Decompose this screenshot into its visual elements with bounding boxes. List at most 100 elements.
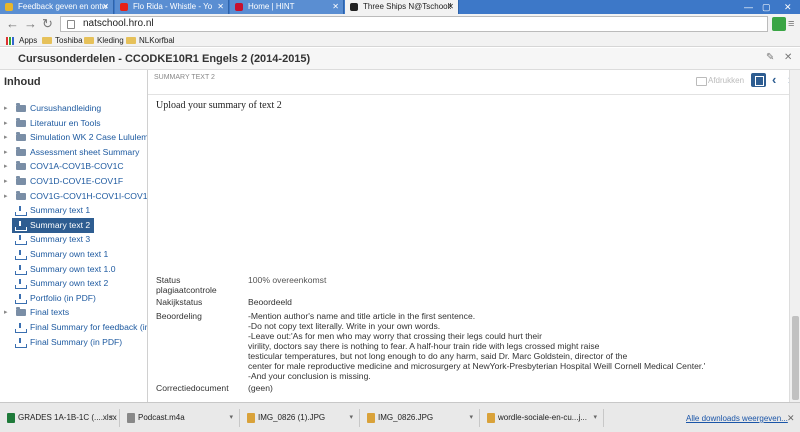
tab-close-icon[interactable]: ✕ — [102, 0, 109, 14]
show-all-downloads-link[interactable]: Alle downloads weergeven... — [686, 414, 788, 423]
download-item[interactable]: IMG_0826.JPG ▾ — [364, 409, 480, 427]
sidebar-item[interactable]: Summary own text 1 — [0, 247, 147, 262]
folder-icon — [16, 307, 26, 317]
tab-close-icon[interactable]: ✕ — [217, 0, 224, 14]
bookmark-kleding[interactable]: Kleding — [84, 34, 124, 47]
expand-arrow-icon[interactable]: ▸ — [4, 130, 8, 145]
menu-icon[interactable]: ≡ — [788, 16, 794, 32]
sidebar-item-label: Summary own text 2 — [30, 278, 109, 289]
minimize-button[interactable]: — — [744, 0, 753, 14]
sidebar-item[interactable]: Summary own text 2 — [0, 276, 147, 291]
assessment-line: -Leave out:'As for men who may worry tha… — [248, 331, 542, 341]
back-button[interactable]: ← — [6, 16, 19, 32]
breadcrumb: SUMMARY TEXT 2 — [154, 74, 215, 81]
sidebar-item[interactable]: Summary text 1 — [0, 203, 147, 218]
expand-arrow-icon[interactable]: ▸ — [4, 189, 8, 204]
browser-tab-hint[interactable]: Home | HINT ✕ — [230, 0, 344, 14]
sidebar-item-label: Assessment sheet Summary — [30, 146, 140, 157]
download-item[interactable]: Podcast.m4a ▾ — [124, 409, 240, 427]
chevron-down-icon[interactable]: ▾ — [469, 409, 473, 427]
expand-arrow-icon[interactable]: ▸ — [4, 101, 8, 116]
sidebar-item-label: Summary own text 1 — [30, 249, 109, 259]
sidebar-item[interactable]: ▸ Final texts — [0, 305, 147, 320]
browser-tab-feedback[interactable]: Feedback geven en ontw ✕ — [0, 0, 114, 14]
sidebar-item-label: COV1G-COV1H-COV1I-COV1J-CO — [30, 190, 148, 201]
youtube-icon — [120, 3, 128, 11]
panel-heading: Inhoud — [4, 76, 41, 88]
sidebar-item[interactable]: Final Summary (in PDF) — [0, 335, 147, 350]
sidebar-item[interactable]: ▸ Cursushandleiding — [0, 101, 147, 116]
print-button[interactable]: Afdrukken — [696, 76, 744, 86]
reload-button[interactable]: ↻ — [42, 16, 53, 32]
sidebar-item[interactable]: ▸ Assessment sheet Summary — [0, 145, 147, 160]
plagiarism-row: Status plagiaatcontrole 100% overeenkoms… — [156, 275, 696, 295]
detail-value: 100% overeenkomst — [248, 275, 327, 285]
expand-arrow-icon[interactable]: ▸ — [4, 174, 8, 189]
upload-assignment-icon — [15, 279, 27, 290]
view-toggle-icon[interactable] — [751, 73, 766, 87]
detail-value: (geen) — [248, 383, 273, 393]
maximize-button[interactable]: ▢ — [762, 0, 771, 14]
sidebar-item[interactable]: Summary own text 1.0 — [0, 262, 147, 277]
image-file-icon — [487, 413, 495, 423]
chevron-down-icon[interactable]: ▾ — [593, 409, 597, 427]
address-bar[interactable]: natschool.hro.nl — [60, 16, 768, 32]
page-title: Cursusonderdelen - CCODKE10R1 Engels 2 (… — [18, 53, 311, 65]
tab-strip: Feedback geven en ontw ✕ Flo Rida - Whis… — [0, 0, 800, 14]
expand-arrow-icon[interactable]: ▸ — [4, 145, 8, 160]
sidebar-item[interactable]: ▸ COV1G-COV1H-COV1I-COV1J-CO — [0, 189, 148, 204]
bookmark-apps[interactable]: Apps — [6, 34, 37, 47]
sidebar-item[interactable]: Summary text 2 — [0, 217, 147, 233]
tab-close-icon[interactable]: ✕ — [447, 0, 454, 14]
sidebar-item[interactable]: Summary text 3 — [0, 232, 147, 247]
expand-arrow-icon[interactable]: ▸ — [4, 305, 8, 320]
excel-file-icon — [7, 413, 15, 423]
folder-icon — [16, 176, 26, 185]
sidebar-item[interactable]: ▸ Simulation WK 2 Case Lululemo — [0, 130, 147, 145]
browser-tab-youtube[interactable]: Flo Rida - Whistle - Yo ✕ — [115, 0, 229, 14]
sidebar-item[interactable]: ▸ COV1A-COV1B-COV1C — [0, 159, 147, 174]
chevron-down-icon[interactable]: ▾ — [109, 409, 113, 427]
chevron-down-icon[interactable]: ▾ — [229, 409, 233, 427]
expand-arrow-icon[interactable]: ▸ — [4, 116, 8, 131]
folder-icon — [84, 37, 94, 44]
download-name: IMG_0826.JPG — [378, 413, 434, 422]
browser-toolbar: ← → ↻ natschool.hro.nl ≡ — [0, 14, 800, 34]
upload-assignment-icon — [15, 235, 27, 246]
scrollbar[interactable] — [789, 70, 800, 402]
close-icon[interactable]: ✕ — [784, 52, 792, 63]
download-item[interactable]: GRADES 1A-1B-1C (....xlsx ▾ — [4, 409, 120, 427]
sidebar-item-label: Final Summary for feedback (in — [30, 322, 148, 332]
bookmark-toshiba[interactable]: Toshiba — [42, 34, 83, 47]
close-window-button[interactable]: ✕ — [784, 0, 792, 14]
close-shelf-icon[interactable]: ✕ — [787, 413, 795, 424]
apps-grid-icon — [6, 37, 14, 45]
upload-assignment-icon — [15, 206, 27, 217]
expand-arrow-icon[interactable]: ▸ — [4, 159, 8, 174]
scrollbar-thumb[interactable] — [792, 316, 799, 400]
sidebar-item[interactable]: ▸ Literatuur en Tools — [0, 116, 147, 131]
browser-tab-natschool[interactable]: Three Ships N@Tschool! ✕ — [345, 0, 459, 14]
previous-icon[interactable]: ‹ — [772, 72, 776, 87]
upload-assignment-icon — [15, 220, 27, 231]
pin-icon[interactable]: ✎ — [766, 52, 774, 63]
tab-close-icon[interactable]: ✕ — [332, 0, 339, 14]
sidebar-item-label: Summary own text 1.0 — [30, 263, 116, 274]
tab-title: Three Ships N@Tschool! — [363, 2, 452, 11]
download-item[interactable]: IMG_0826 (1).JPG ▾ — [244, 409, 360, 427]
assessment-line: testicular temperatures, but not long en… — [248, 351, 628, 361]
tab-title: Feedback geven en ontw — [18, 2, 108, 11]
review-status-row: Nakijkstatus Beoordeeld — [156, 297, 696, 307]
detail-key: Correctiedocument — [156, 383, 229, 393]
sidebar-item[interactable]: Portfolio (in PDF) — [0, 291, 147, 306]
forward-button[interactable]: → — [24, 16, 37, 32]
download-item[interactable]: wordle-sociale-en-cu...j... ▾ — [484, 409, 604, 427]
sidebar-item[interactable]: ▸ COV1D-COV1E-COV1F — [0, 174, 147, 189]
folder-icon — [16, 161, 26, 171]
sidebar-item-label: Final Summary (in PDF) — [30, 336, 123, 347]
sidebar-item[interactable]: Final Summary for feedback (in — [0, 320, 148, 335]
extension-icon[interactable] — [772, 17, 786, 31]
upload-assignment-icon — [15, 250, 27, 260]
chevron-down-icon[interactable]: ▾ — [349, 409, 353, 427]
bookmark-nlkorfbal[interactable]: NLKorfbal — [126, 34, 175, 47]
